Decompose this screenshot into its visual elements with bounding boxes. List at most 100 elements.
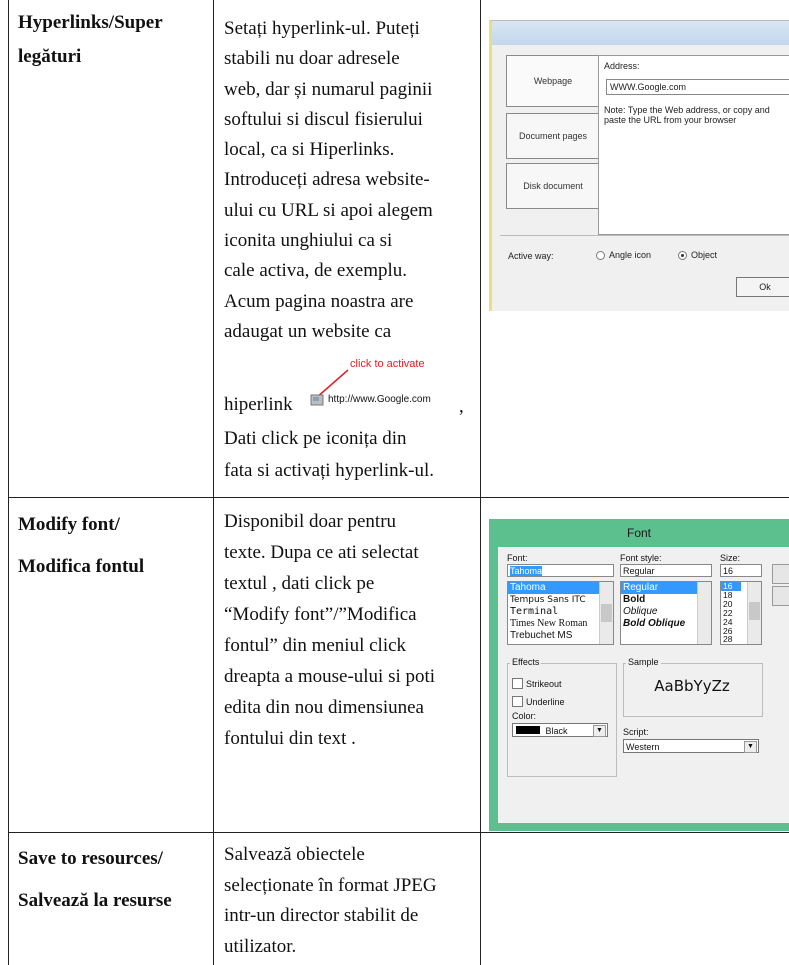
sample-label: Sample (626, 657, 661, 667)
style-list-scrollbar[interactable] (697, 582, 711, 644)
row2-label: Modify font/ Modifica fontul (18, 504, 144, 588)
table-border-col2 (480, 0, 481, 965)
desc-line: fata si activați hyperlink-ul. (224, 460, 434, 481)
dialog-side-button[interactable] (772, 586, 789, 606)
tab-webpage[interactable]: Webpage (506, 55, 600, 107)
comma: , (459, 396, 464, 417)
desc-line: selecționate în format JPEG (224, 874, 437, 896)
desc-line: Setați hyperlink-ul. Puteți (224, 18, 420, 39)
scroll-thumb[interactable] (749, 602, 760, 620)
address-input[interactable]: WWW.Google.com (606, 79, 789, 95)
radio-button-selected-icon (678, 250, 687, 260)
desc-line: Disponibil doar pentru (224, 511, 397, 532)
desc-line: Salvează obiectele (224, 844, 365, 865)
ok-button[interactable]: Ok (736, 277, 789, 297)
row2-label-line1: Modify font/ (18, 514, 120, 535)
row3-label: Save to resources/ Salvează la resurse (18, 838, 172, 922)
row1-label-line1: Hyperlinks/Super (18, 12, 163, 33)
strikeout-checkbox[interactable] (512, 678, 523, 689)
active-way-label: Active way: (508, 251, 554, 261)
desc-line: fontul” din meniul click (224, 635, 407, 656)
script-label: Script: (623, 727, 649, 737)
row1-description-tail: Dati click pe iconița din fata si activa… (224, 423, 434, 487)
row1-label: Hyperlinks/Super legături (18, 6, 163, 74)
hyperlink-word: hiperlink (224, 394, 293, 415)
link-angle-icon[interactable] (310, 394, 324, 406)
hyperlink-example: click to activate hiperlink http://www.G… (224, 358, 480, 418)
underline-checkbox[interactable] (512, 696, 523, 707)
font-dialog-title: Font (626, 526, 651, 540)
desc-line: Introduceți adresa website- (224, 169, 430, 191)
desc-line: Dati click pe iconița din (224, 428, 407, 449)
script-value: Western (626, 742, 660, 752)
script-select[interactable]: Western ▼ (623, 739, 759, 753)
desc-line: fontului din text . (224, 728, 356, 749)
font-list-scrollbar[interactable] (599, 582, 613, 644)
row1-label-line2: legături (18, 46, 82, 67)
row-divider-1 (8, 497, 789, 498)
desc-line: cale activa, de exemplu. (224, 260, 408, 282)
desc-line: textul , dati click pe (224, 573, 375, 594)
font-label: Font: (507, 553, 528, 563)
desc-line: softului si discul fisierului (224, 108, 423, 130)
hyperlink-dialog: Webpage Document pages Disk document Add… (489, 20, 789, 311)
color-label: Color: (512, 711, 537, 721)
radio-label: Object (691, 250, 718, 260)
style-label: Font style: (620, 553, 662, 563)
desc-line: dreapta a mouse-ului si poti (224, 666, 436, 687)
dialog-titlebar (492, 21, 789, 45)
font-dialog: Font Font: Tahoma Tahoma Tempus Sans ITC… (489, 519, 789, 831)
scroll-thumb[interactable] (601, 604, 612, 622)
divider (500, 235, 789, 236)
desc-line: “Modify font”/”Modifica (224, 604, 417, 625)
sample-text: AaBbYyZz (654, 677, 730, 695)
desc-line: iconita unghiului ca si (224, 230, 393, 252)
radio-object[interactable]: Object (678, 250, 717, 260)
dialog-side-button[interactable] (772, 564, 789, 584)
font-list-item[interactable]: Terminal (508, 606, 613, 618)
desc-line: intr-un director stabilit de (224, 905, 419, 926)
row3-label-line2: Salvează la resurse (18, 890, 172, 911)
hyperlink-url[interactable]: http://www.Google.com (328, 394, 431, 405)
desc-line: texte. Dupa ce ati selectat (224, 542, 419, 563)
tab-disk-document[interactable]: Disk document (506, 163, 600, 209)
address-label: Address: (604, 61, 640, 71)
chevron-down-icon: ▼ (593, 725, 606, 737)
desc-line: adaugat un website ca (224, 320, 392, 342)
style-list[interactable]: Regular Bold Oblique Bold Oblique (620, 581, 712, 645)
font-input-value: Tahoma (510, 566, 543, 576)
effects-label: Effects (510, 657, 542, 667)
row1-description: Setați hyperlink-ul. Puteți stabili nu d… (224, 14, 433, 347)
desc-line: local, ca si Hiperlinks. (224, 139, 395, 161)
click-annotation: click to activate (350, 358, 425, 370)
font-input[interactable]: Tahoma (507, 564, 614, 577)
strikeout-label: Strikeout (526, 679, 562, 689)
radio-angle-icon[interactable]: Angle icon (596, 250, 651, 260)
row2-label-line2: Modifica fontul (18, 556, 145, 577)
tab-label: Document pages (518, 131, 588, 141)
tab-document-pages[interactable]: Document pages (506, 113, 600, 159)
font-dialog-body: Font: Tahoma Tahoma Tempus Sans ITC Term… (498, 547, 789, 823)
color-swatch-icon (516, 726, 540, 734)
desc-line: Acum pagina noastra are (224, 290, 414, 312)
style-input[interactable]: Regular (620, 564, 712, 577)
font-list[interactable]: Tahoma Tempus Sans ITC Terminal Times Ne… (507, 581, 614, 645)
chevron-down-icon: ▼ (744, 741, 757, 753)
color-select[interactable]: Black ▼ (512, 723, 608, 737)
color-value: Black (545, 726, 568, 736)
desc-line: web, dar și numarul paginii (224, 78, 433, 100)
radio-label: Angle icon (609, 250, 652, 260)
address-note: Note: Type the Web address, or copy and … (604, 105, 770, 125)
underline-label: Underline (526, 697, 565, 707)
tab-label: Disk document (523, 181, 583, 191)
font-list-item[interactable]: Times New Roman (508, 618, 613, 630)
desc-line: stabili nu doar adresele (224, 48, 400, 70)
size-label: Size: (720, 553, 741, 563)
size-input[interactable]: 16 (720, 564, 762, 577)
size-list-scrollbar[interactable] (747, 582, 761, 644)
size-list[interactable]: 16 18 20 22 24 26 28 (720, 581, 762, 645)
font-list-item[interactable]: Trebuchet MS (508, 630, 613, 642)
font-list-item[interactable]: Tahoma (508, 582, 613, 594)
font-list-item[interactable]: Tempus Sans ITC (508, 594, 613, 606)
tab-label: Webpage (533, 76, 573, 86)
